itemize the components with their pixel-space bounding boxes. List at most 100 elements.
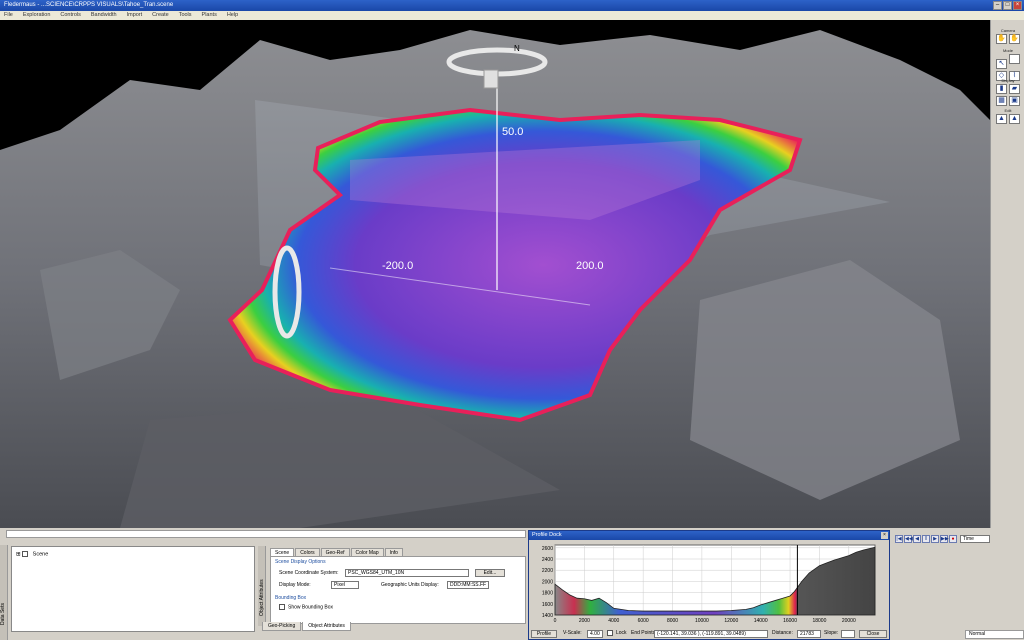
window-controls: – □ ×	[993, 1, 1022, 10]
tab-object-attributes[interactable]: Object Attributes	[302, 622, 351, 631]
tool-group-label: Camera	[1000, 28, 1016, 33]
expand-icon[interactable]: ⊞	[16, 551, 21, 557]
rewind-button[interactable]: |◀	[895, 535, 903, 543]
endpoints-input[interactable]: (-120.141, 39.036 ), (-119.891, 39.0489)	[654, 630, 768, 638]
x-tick-label: 8000	[667, 618, 678, 624]
units-display-label: Geographic Units Display:	[381, 582, 439, 588]
select-mode-icon[interactable]: ↖	[996, 59, 1007, 69]
lock-label: Lock	[616, 630, 627, 636]
y-tick-label: 2200	[542, 568, 553, 574]
section-bounding-box: Bounding Box	[275, 595, 307, 601]
scene-label-east: 200.0	[576, 260, 604, 272]
vscale-label: V-Scale:	[563, 630, 582, 636]
menu-controls[interactable]: Controls	[60, 11, 80, 20]
display-grid-icon[interactable]: ▦	[996, 96, 1007, 106]
tool-group-label: Edit	[1004, 108, 1012, 113]
scene-visibility-checkbox[interactable]	[22, 551, 29, 557]
bounding-box-checkbox-label: Show Bounding Box	[288, 604, 334, 611]
coord-system-select[interactable]: PSC_WGS84_UTM_10N	[345, 569, 469, 577]
x-tick-label: 10000	[695, 618, 709, 624]
object-attributes-panel: Object Attributes Scene Colors Geo-Ref C…	[258, 546, 528, 626]
step-forward-button[interactable]: ▶▶	[940, 535, 949, 543]
status-mode: Normal	[965, 630, 1024, 639]
display-surface-icon[interactable]: ▰	[1009, 84, 1020, 94]
object-attributes-side-tab[interactable]: Object Attributes	[258, 546, 266, 626]
compass-north-letter: N	[514, 44, 520, 53]
bounding-box-checkbox[interactable]	[279, 604, 285, 610]
tool-group-camera: Camera ✋ ✋	[993, 28, 1023, 45]
menu-tools[interactable]: Tools	[179, 11, 192, 20]
tree-item-scene[interactable]: ⊞ Scene	[16, 551, 48, 557]
lock-checkbox[interactable]	[607, 630, 613, 636]
profile-dock: Profile Dock × 1400 1600 1800 2000 2200 2400 2…	[528, 530, 890, 640]
x-tick-label: 12000	[724, 618, 738, 624]
menu-help[interactable]: Help	[227, 11, 238, 20]
tool-group-label: Display	[1001, 78, 1015, 83]
coord-system-label: Scene Coordinate System:	[279, 570, 339, 576]
side-tab-label: Object Attributes	[259, 579, 265, 616]
mode-blank-icon[interactable]	[1009, 54, 1020, 64]
distance-input[interactable]: 21783	[797, 630, 821, 638]
display-mode-label: Display Mode:	[279, 582, 311, 588]
tool-panel: Camera ✋ ✋ Mode ↖ ◇ ⌇ Display ▮ ▰ ▦ ▣ Edit ▲…	[990, 20, 1024, 528]
units-display-select[interactable]: DDD:MM:SS.FF	[447, 581, 489, 589]
edit-terrain-icon[interactable]: ▲	[996, 114, 1007, 124]
menu-import[interactable]: Import	[127, 11, 143, 20]
section-display-options: Scene Display Options	[275, 559, 326, 565]
camera-fly-icon[interactable]: ✋	[1009, 34, 1020, 44]
terrain-render	[0, 30, 990, 528]
menu-exploration[interactable]: Exploration	[23, 11, 51, 20]
menu-file[interactable]: File	[4, 11, 13, 20]
x-tick-label: 0	[554, 618, 557, 624]
x-tick-label: 2000	[579, 618, 590, 624]
menu-plants[interactable]: Plants	[202, 11, 217, 20]
display-mode-select[interactable]: Pixel	[331, 581, 359, 589]
timeline-bar[interactable]	[6, 530, 526, 538]
title-bar: Fledermaus - ...SCIENCE\CRPPS VISUALS\Ta…	[0, 0, 1024, 11]
profile-dock-close-button[interactable]: ×	[881, 532, 888, 539]
bounding-box-option[interactable]: Show Bounding Box	[279, 604, 333, 610]
slope-input[interactable]	[841, 630, 855, 638]
coord-edit-button[interactable]: Edit...	[475, 569, 505, 577]
time-select[interactable]: Time	[960, 535, 990, 543]
pause-button[interactable]: ‖	[922, 535, 930, 543]
close-button[interactable]: ×	[1013, 1, 1022, 10]
menu-create[interactable]: Create	[152, 11, 169, 20]
window-title: Fledermaus - ...SCIENCE\CRPPS VISUALS\Ta…	[4, 2, 174, 8]
3d-scene-viewport[interactable]: 50.0 -200.0 200.0 N	[0, 20, 990, 528]
profile-dock-title: Profile Dock	[529, 531, 889, 540]
step-back-button[interactable]: ◀◀	[904, 535, 913, 543]
minimize-button[interactable]: –	[993, 1, 1002, 10]
profile-close-button[interactable]: Close	[859, 630, 887, 638]
display-layer-icon[interactable]: ▮	[996, 84, 1007, 94]
edit-surface-icon[interactable]: ▲	[1009, 114, 1020, 124]
y-tick-label: 1400	[542, 613, 553, 619]
menu-bandwidth[interactable]: Bandwidth	[91, 11, 117, 20]
x-tick-label: 14000	[754, 618, 768, 624]
endpoints-label: End Points:	[631, 630, 657, 636]
x-tick-label: 18000	[812, 618, 826, 624]
data-sets-side-tab[interactable]: Data Sets	[0, 545, 8, 640]
profile-button[interactable]: Profile	[531, 630, 557, 638]
bottom-panel-tabs: Geo-Picking Object Attributes	[262, 622, 351, 631]
menu-bar: File Exploration Controls Bandwidth Impo…	[0, 11, 1024, 20]
scene-attribute-body: Scene Display Options Scene Coordinate S…	[270, 556, 526, 624]
tree-item-label: Scene	[32, 551, 49, 558]
maximize-button[interactable]: □	[1003, 1, 1012, 10]
scene-tree: ⊞ Scene	[11, 546, 255, 632]
vscale-input[interactable]: 4.00	[587, 630, 603, 638]
distance-label: Distance:	[772, 630, 793, 636]
x-tick-label: 16000	[783, 618, 797, 624]
scene-label-north: 50.0	[502, 126, 524, 138]
tab-geo-picking[interactable]: Geo-Picking	[262, 622, 302, 631]
display-view-icon[interactable]: ▣	[1009, 96, 1020, 106]
x-tick-label: 4000	[608, 618, 619, 624]
side-tab-label: Data Sets	[0, 603, 6, 625]
play-back-button[interactable]: ◀	[913, 535, 921, 543]
camera-orbit-icon[interactable]: ✋	[996, 34, 1007, 44]
slope-label: Slope:	[824, 630, 839, 636]
record-button[interactable]: ●	[949, 535, 957, 543]
x-tick-label: 6000	[638, 618, 649, 624]
tool-group-label: Mode	[1002, 48, 1013, 53]
play-button[interactable]: ▶	[931, 535, 939, 543]
